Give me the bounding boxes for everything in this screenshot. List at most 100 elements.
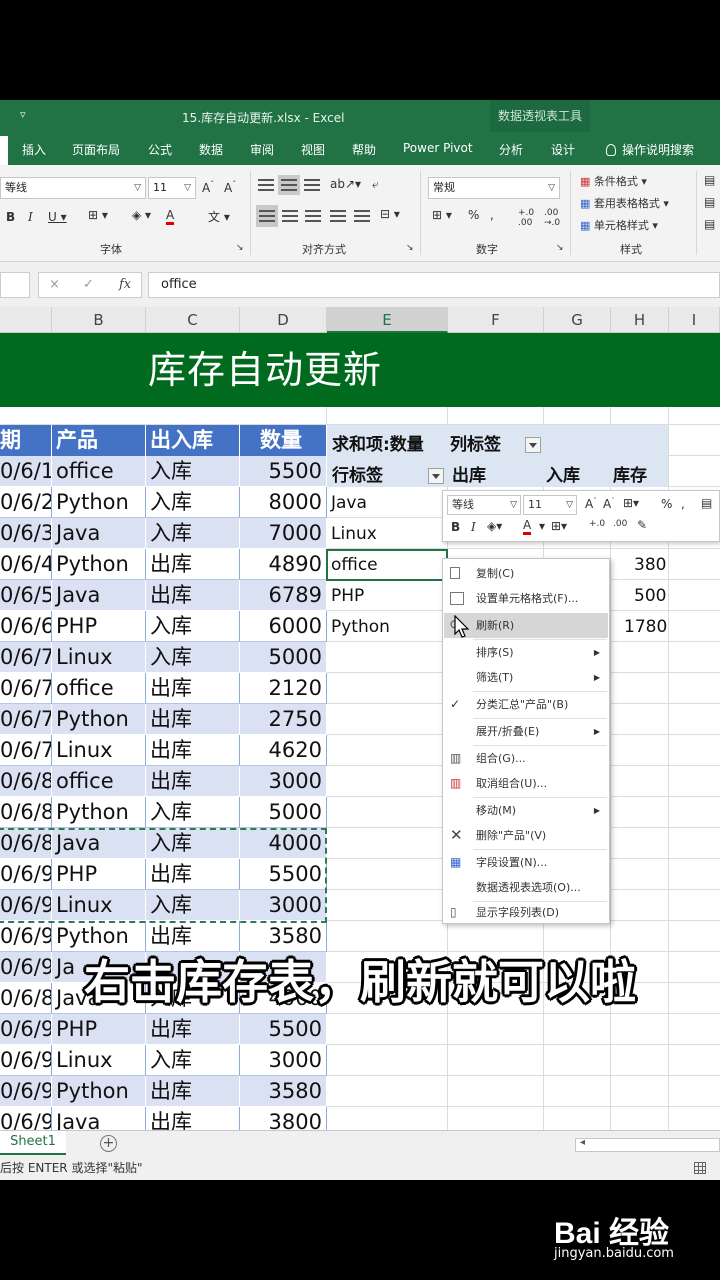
- tab-insert[interactable]: 插入: [22, 141, 46, 158]
- underline-icon[interactable]: U ▾: [48, 210, 67, 224]
- menu-remove-field[interactable]: ✕ 删除"产品"(V): [444, 823, 608, 848]
- cell-product[interactable]: office: [52, 766, 146, 797]
- menu-ungroup[interactable]: ▥ 取消组合(U)...: [444, 771, 608, 796]
- wrap-text-icon[interactable]: ⤶: [372, 177, 379, 192]
- tab-data[interactable]: 数据: [199, 141, 223, 158]
- column-header-i[interactable]: I: [669, 307, 720, 333]
- cell-in-out[interactable]: 入库: [146, 487, 240, 518]
- cell-in-out[interactable]: 出库: [146, 1014, 240, 1045]
- cancel-icon[interactable]: ×: [49, 277, 60, 292]
- cell-quantity[interactable]: 5500: [240, 456, 327, 487]
- menu-expand-collapse[interactable]: 展开/折叠(E) ▶: [444, 719, 608, 744]
- horizontal-scrollbar[interactable]: ◂: [575, 1137, 720, 1152]
- row-filter-dropdown-icon[interactable]: [428, 468, 444, 484]
- tab-formulas[interactable]: 公式: [148, 141, 172, 158]
- cell-date[interactable]: 0/6/9: [0, 921, 52, 952]
- cell-quantity[interactable]: 5000: [240, 642, 327, 673]
- pivot-stock-office[interactable]: 380: [634, 555, 666, 575]
- fill-color-icon[interactable]: ◈ ▾: [132, 208, 151, 222]
- cell-product[interactable]: Python: [52, 921, 146, 952]
- mini-font-select[interactable]: 等线 ▽: [447, 495, 521, 515]
- italic-icon[interactable]: I: [28, 210, 33, 224]
- increase-indent-icon[interactable]: [354, 210, 370, 222]
- pivot-row-python[interactable]: Python: [331, 617, 390, 637]
- align-top-icon[interactable]: [258, 179, 274, 191]
- accounting-format-icon[interactable]: ⊞▾: [623, 496, 639, 510]
- increase-font-icon[interactable]: Aˆ: [585, 497, 597, 511]
- borders-icon[interactable]: ⊞▾: [551, 519, 567, 533]
- cell-in-out[interactable]: 出库: [146, 1076, 240, 1107]
- column-header-e[interactable]: E: [327, 307, 448, 333]
- merge-center-icon[interactable]: ⊟ ▾: [380, 207, 400, 221]
- pivot-col-out[interactable]: 出库: [452, 461, 486, 486]
- add-sheet-icon[interactable]: +: [100, 1135, 117, 1152]
- align-bottom-icon[interactable]: [304, 179, 320, 191]
- cell-in-out[interactable]: 出库: [146, 1107, 240, 1130]
- tab-design[interactable]: 设计: [551, 141, 575, 158]
- column-header-c[interactable]: C: [146, 307, 240, 333]
- number-format-select[interactable]: 常规 ▽: [428, 177, 560, 199]
- dialog-launcher-icon[interactable]: ↘: [406, 243, 414, 253]
- chevron-down-icon[interactable]: ▾: [539, 519, 545, 533]
- accounting-format-icon[interactable]: ⊞ ▾: [432, 208, 452, 222]
- cell-in-out[interactable]: 入库: [146, 797, 240, 828]
- tab-analyze[interactable]: 分析: [499, 141, 523, 158]
- sheet-tab-sheet1[interactable]: Sheet1: [0, 1131, 66, 1155]
- pivot-row-label[interactable]: 行标签: [332, 461, 383, 486]
- scroll-left-icon[interactable]: ◂: [580, 1137, 585, 1148]
- column-header-b[interactable]: B: [52, 307, 146, 333]
- comma-style-icon[interactable]: ,: [490, 208, 494, 222]
- decrease-decimal-icon[interactable]: .00: [613, 519, 627, 529]
- cell-quantity[interactable]: 3580: [240, 921, 327, 952]
- increase-decimal-icon[interactable]: +.0: [589, 519, 605, 529]
- pivot-stock-php[interactable]: 500: [634, 586, 666, 606]
- cell-product[interactable]: Python: [52, 487, 146, 518]
- menu-show-field-list[interactable]: ▯ 显示字段列表(D): [444, 900, 608, 925]
- file-tab-edge[interactable]: [0, 136, 8, 165]
- cell-date[interactable]: 0/6/7: [0, 735, 52, 766]
- insert-cells-icon[interactable]: ▤: [704, 173, 715, 187]
- header-in-out[interactable]: 出入库: [146, 425, 240, 456]
- delete-cells-icon[interactable]: ▤: [704, 195, 715, 209]
- pivot-stock-python[interactable]: 1780: [624, 617, 667, 637]
- font-name-select[interactable]: 等线 ▽: [0, 177, 146, 199]
- menu-copy[interactable]: 复制(C): [444, 561, 608, 586]
- cell-quantity[interactable]: 4890: [240, 549, 327, 580]
- column-header-d[interactable]: D: [240, 307, 327, 333]
- cell-in-out[interactable]: 出库: [146, 673, 240, 704]
- cell-styles-button[interactable]: ▦ 单元格样式 ▾: [580, 217, 658, 233]
- borders-icon[interactable]: ⊞ ▾: [88, 208, 108, 222]
- cell-product[interactable]: office: [52, 673, 146, 704]
- cell-date[interactable]: 0/6/8: [0, 797, 52, 828]
- cell-quantity[interactable]: 3800: [240, 1107, 327, 1130]
- cell-quantity[interactable]: 6789: [240, 580, 327, 611]
- cell-in-out[interactable]: 出库: [146, 766, 240, 797]
- tab-page-layout[interactable]: 页面布局: [72, 141, 120, 158]
- decrease-font-icon[interactable]: Aˇ: [603, 497, 615, 511]
- bold-icon[interactable]: B: [451, 520, 460, 534]
- column-header-h[interactable]: H: [611, 307, 669, 333]
- cell-date[interactable]: 0/6/5: [0, 580, 52, 611]
- italic-icon[interactable]: I: [471, 520, 476, 534]
- cell-in-out[interactable]: 入库: [146, 456, 240, 487]
- increase-font-icon[interactable]: Aˆ: [202, 180, 214, 195]
- clear-icon[interactable]: ✎: [637, 518, 647, 532]
- cell-quantity[interactable]: 4620: [240, 735, 327, 766]
- format-cells-icon[interactable]: ▤: [704, 217, 715, 231]
- format-painter-icon[interactable]: ▤: [701, 496, 712, 510]
- phonetic-icon[interactable]: 文 ▾: [208, 208, 230, 225]
- decrease-indent-icon[interactable]: [330, 210, 346, 222]
- cell-date[interactable]: 0/6/7: [0, 642, 52, 673]
- fill-color-icon[interactable]: ◈▾: [487, 519, 502, 533]
- cell-product[interactable]: Python: [52, 797, 146, 828]
- format-as-table-button[interactable]: ▦ 套用表格格式 ▾: [580, 195, 669, 211]
- cell-quantity[interactable]: 2750: [240, 704, 327, 735]
- increase-decimal-icon[interactable]: +.0.00: [518, 208, 534, 228]
- cell-date[interactable]: 0/6/9: [0, 1076, 52, 1107]
- align-center-icon[interactable]: [282, 210, 298, 222]
- formula-input[interactable]: office: [148, 272, 720, 298]
- cell-in-out[interactable]: 出库: [146, 735, 240, 766]
- decrease-decimal-icon[interactable]: .00 →.0: [544, 208, 560, 228]
- cell-product[interactable]: office: [52, 456, 146, 487]
- cell-in-out[interactable]: 入库: [146, 642, 240, 673]
